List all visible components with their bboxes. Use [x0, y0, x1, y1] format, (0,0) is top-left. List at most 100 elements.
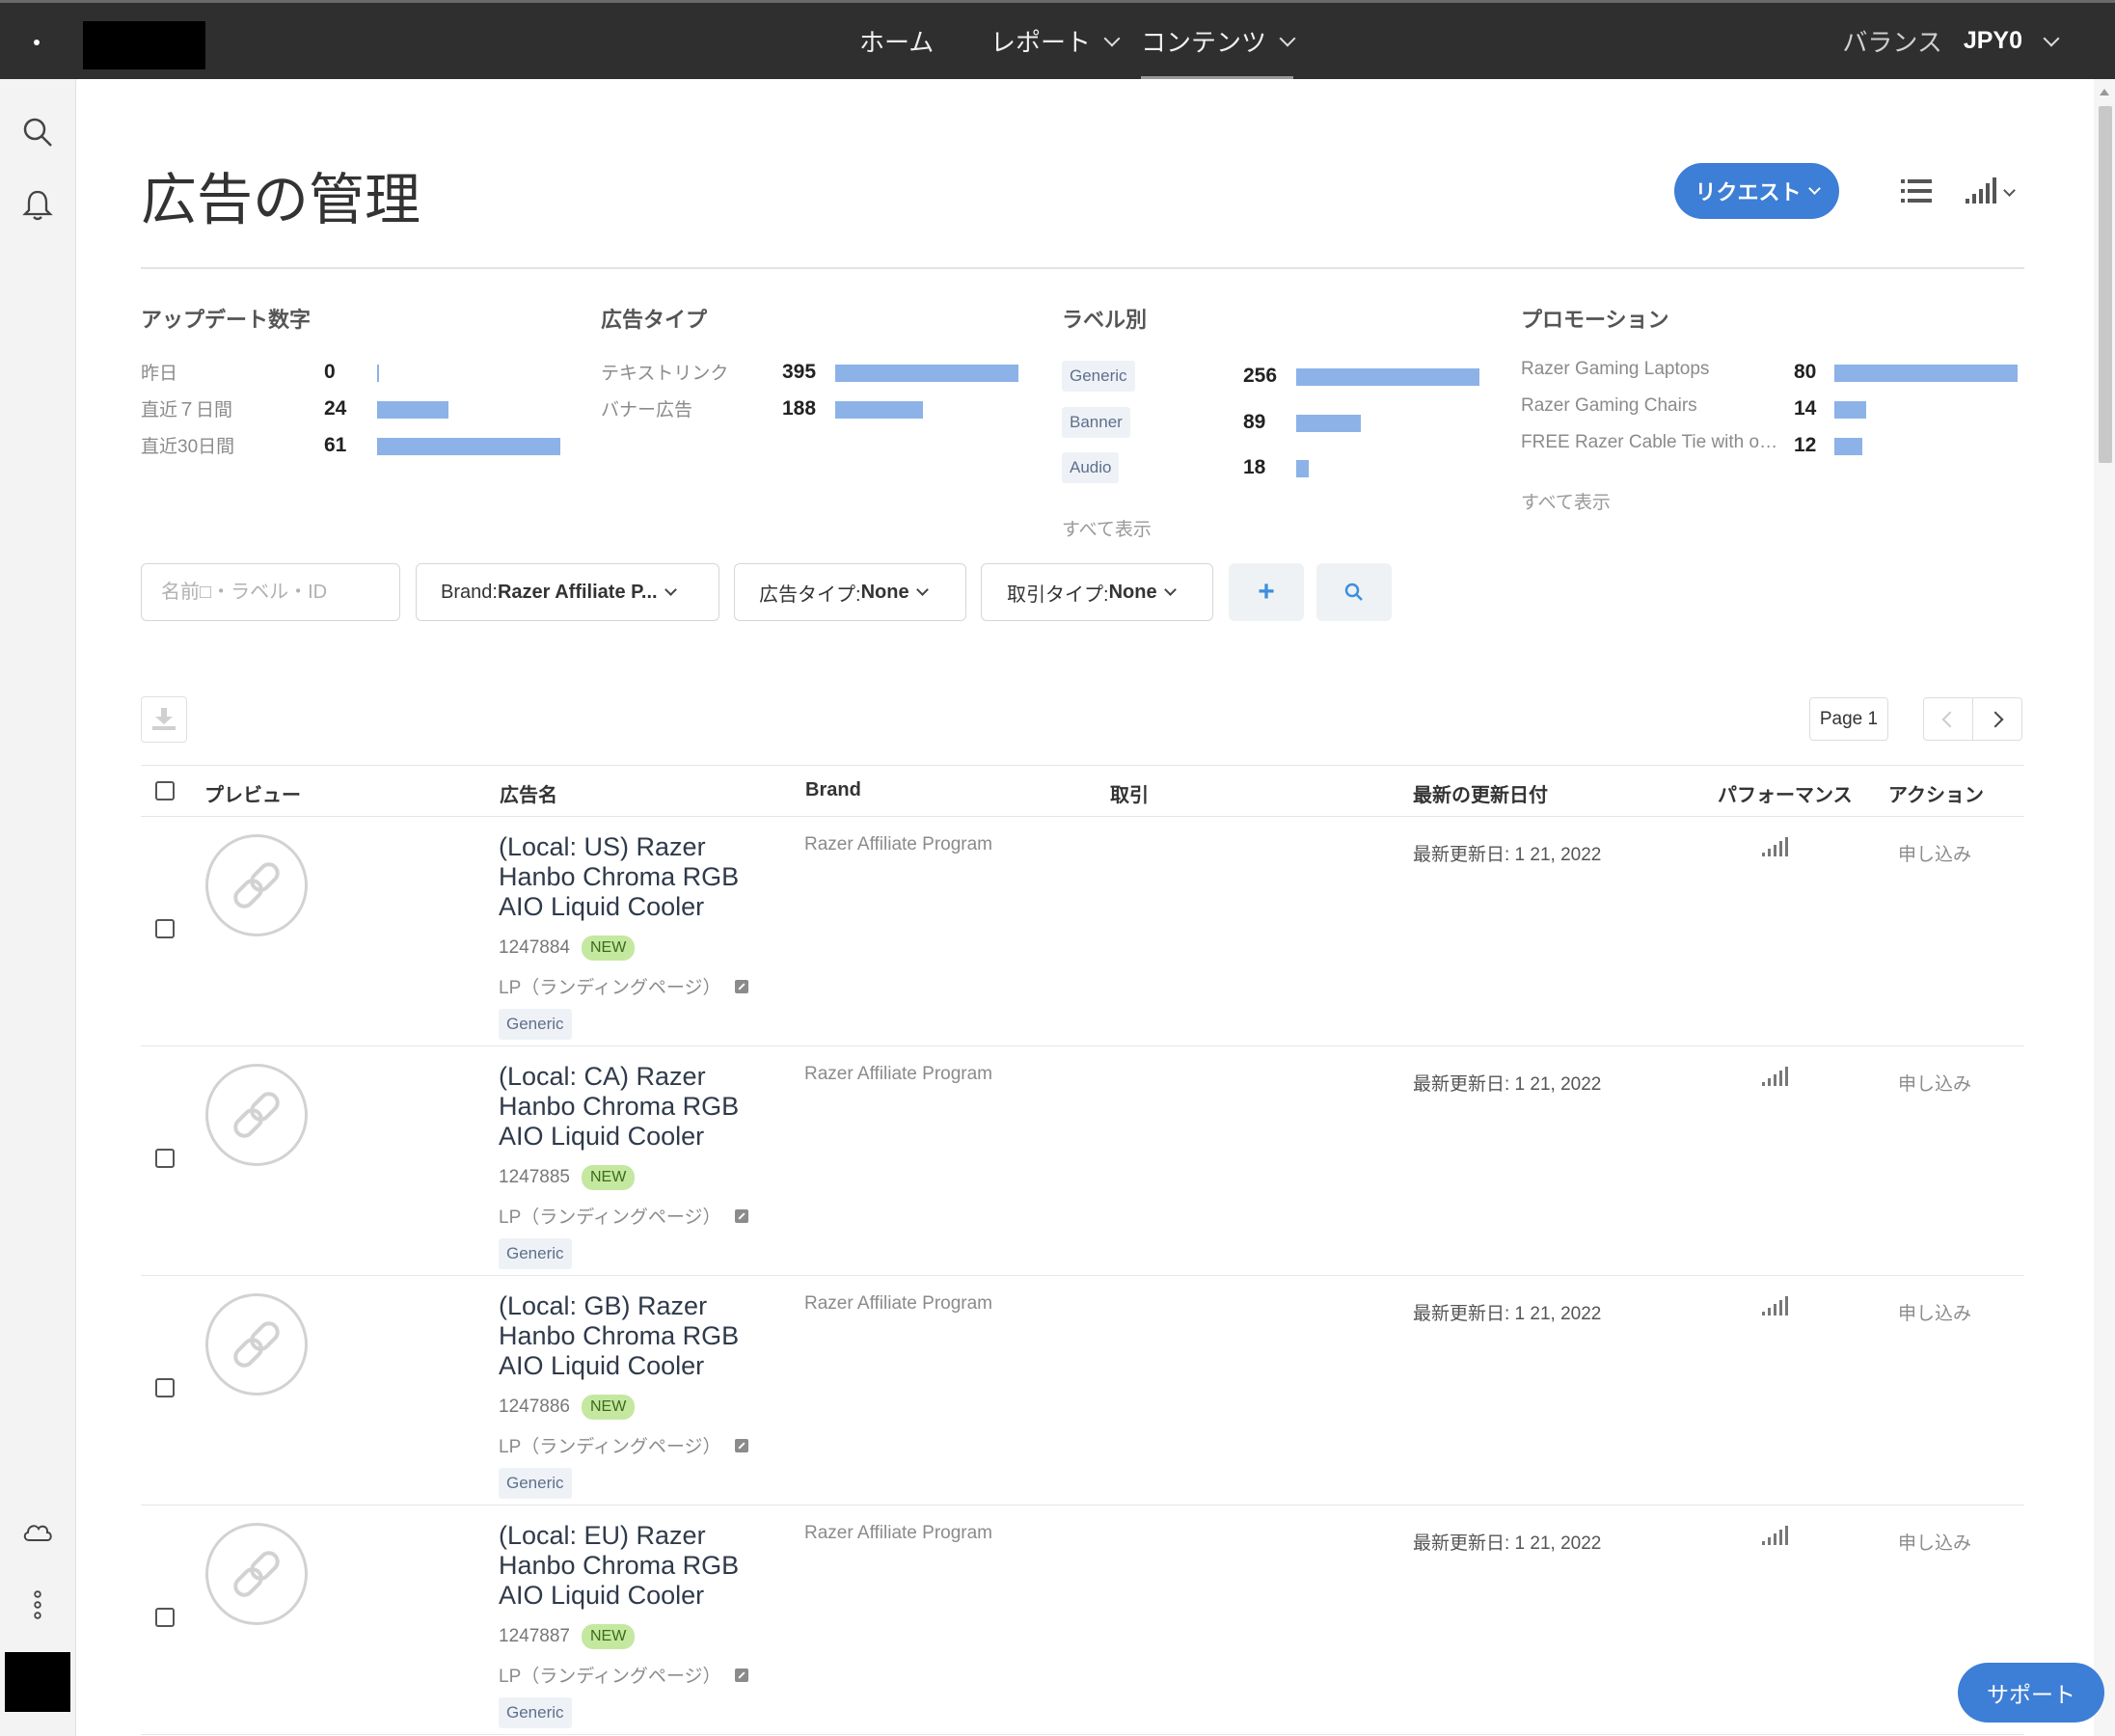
chevron-down-icon: [2043, 30, 2060, 46]
stats-labels-row: Banner 89: [1062, 407, 1486, 438]
deal-filter-value: None: [1108, 581, 1157, 603]
select-all-checkbox[interactable]: [155, 781, 175, 800]
support-button[interactable]: サポート: [1958, 1663, 2104, 1722]
scroll-up-arrow-icon[interactable]: [2100, 89, 2109, 95]
label-chip[interactable]: Generic: [1062, 361, 1135, 392]
col-action: アクション: [1888, 785, 1984, 806]
link-icon: [233, 1092, 280, 1138]
labels-show-all-link[interactable]: すべて表示: [1062, 515, 1152, 541]
add-filter-button[interactable]: +: [1229, 563, 1304, 621]
plus-icon: +: [1258, 576, 1275, 608]
ad-name-link[interactable]: (Local: CA) Razer Hanbo Chroma RGB AIO L…: [499, 1062, 759, 1152]
landing-page-line: LP（ランディングページ）: [499, 1662, 748, 1688]
signal-bars-icon[interactable]: [1762, 1066, 1789, 1087]
stats-promotion-row: FREE Razer Cable Tie with ord... 12: [1521, 432, 2022, 461]
stats-row-label-wrap: Banner: [1062, 407, 1130, 438]
row-checkbox[interactable]: [155, 1149, 175, 1168]
stats-row-bar: [1834, 438, 1862, 455]
col-brand[interactable]: Brand: [805, 779, 861, 801]
stats-row-bar: [835, 401, 923, 419]
stats-updates-title: アップデート数字: [141, 308, 312, 332]
apply-link[interactable]: 申し込み: [1898, 1299, 1971, 1325]
row-checkbox[interactable]: [155, 919, 175, 938]
performance-view-toggle[interactable]: [1966, 177, 2016, 204]
stats-row-value: 256: [1243, 365, 1278, 387]
external-link-icon[interactable]: [734, 1438, 748, 1452]
label-chip[interactable]: Banner: [1062, 407, 1130, 438]
new-badge: NEW: [581, 936, 636, 961]
search-icon[interactable]: [21, 116, 54, 149]
chevron-down-icon: [1807, 182, 1821, 195]
stats-updates-row: 直近30日間 61: [141, 432, 565, 461]
link-icon: [233, 1551, 280, 1597]
stats-row-bar: [377, 438, 560, 455]
ad-id-line: 1247887 NEW: [499, 1624, 636, 1649]
label-chip[interactable]: Generic: [499, 1697, 572, 1728]
label-chip[interactable]: Generic: [499, 1468, 572, 1499]
deal-type-filter-dropdown[interactable]: 取引タイプ: None: [981, 563, 1213, 621]
top-navigation-bar: ホーム レポート コンテンツ バランス JPY0: [0, 0, 2115, 79]
table-header: プレビュー 広告名 Brand 取引 最新の更新日付 パフォーマンス アクション: [141, 765, 2024, 817]
col-updated[interactable]: 最新の更新日付: [1413, 779, 1548, 807]
external-link-icon[interactable]: [734, 979, 748, 993]
signal-bars-icon[interactable]: [1762, 1525, 1789, 1546]
user-avatar[interactable]: [5, 1652, 70, 1712]
nav-reports[interactable]: レポート: [990, 3, 1121, 79]
balance-menu[interactable]: バランス JPY0: [1842, 3, 2115, 79]
search-button[interactable]: [1316, 563, 1392, 621]
label-chip[interactable]: Generic: [499, 1238, 572, 1269]
apply-link[interactable]: 申し込み: [1898, 1529, 1971, 1555]
next-page-button[interactable]: [1972, 697, 2022, 741]
apply-link[interactable]: 申し込み: [1898, 1070, 1971, 1096]
nav-home[interactable]: ホーム: [859, 3, 934, 79]
prev-page-button[interactable]: [1923, 697, 1973, 741]
landing-page-line: LP（ランディングページ）: [499, 1432, 748, 1458]
ad-name-link[interactable]: (Local: US) Razer Hanbo Chroma RGB AIO L…: [499, 832, 759, 922]
more-vertical-icon[interactable]: [21, 1588, 54, 1621]
signal-bars-icon[interactable]: [1762, 1295, 1789, 1316]
scrollbar-thumb[interactable]: [2099, 106, 2112, 463]
ad-name-link[interactable]: (Local: GB) Razer Hanbo Chroma RGB AIO L…: [499, 1291, 759, 1381]
ad-name-link[interactable]: (Local: EU) Razer Hanbo Chroma RGB AIO L…: [499, 1521, 759, 1611]
cloud-icon[interactable]: [21, 1515, 54, 1548]
chevron-right-icon: [1987, 711, 2004, 727]
balance-label: バランス: [1842, 28, 1942, 57]
apply-link[interactable]: 申し込み: [1898, 840, 1971, 866]
label-chip[interactable]: Audio: [1062, 452, 1120, 483]
row-checkbox[interactable]: [155, 1378, 175, 1397]
brand-logo[interactable]: [83, 21, 205, 69]
preview-thumbnail[interactable]: [205, 1064, 308, 1166]
adtype-filter-dropdown[interactable]: 広告タイプ: None: [734, 563, 966, 621]
list-view-icon[interactable]: [1901, 177, 1932, 204]
vertical-scrollbar[interactable]: [2094, 79, 2115, 1736]
menu-dot-icon[interactable]: [34, 40, 40, 45]
preview-thumbnail[interactable]: [205, 1293, 308, 1396]
external-link-icon[interactable]: [734, 1208, 748, 1223]
brand-filter-dropdown[interactable]: Brand: Razer Affiliate P...: [416, 563, 719, 621]
download-button[interactable]: [141, 696, 187, 743]
col-ad-name[interactable]: 広告名: [500, 779, 557, 807]
ad-id: 1247885: [499, 1167, 570, 1187]
promotion-show-all-link[interactable]: すべて表示: [1521, 488, 1611, 514]
preview-thumbnail[interactable]: [205, 834, 308, 936]
external-link-icon[interactable]: [734, 1668, 748, 1682]
row-updated-date: 最新更新日: 1 21, 2022: [1413, 1533, 1602, 1554]
search-input[interactable]: [142, 581, 399, 604]
stats-row-label: 直近30日間: [141, 437, 235, 457]
stats-row-bar: [377, 401, 448, 419]
stats-row-label: Razer Gaming Chairs: [1521, 395, 1697, 416]
row-checkbox[interactable]: [155, 1608, 175, 1627]
stats-row-label: バナー広告: [601, 400, 693, 420]
request-button[interactable]: リクエスト: [1674, 163, 1839, 219]
new-badge: NEW: [581, 1165, 636, 1190]
stats-row-value: 61: [324, 434, 347, 456]
label-chip[interactable]: Generic: [499, 1009, 572, 1040]
request-button-label: リクエスト: [1695, 180, 1802, 204]
bell-icon[interactable]: [21, 189, 54, 222]
nav-contents-label: コンテンツ: [1141, 28, 1267, 57]
signal-bars-icon[interactable]: [1762, 836, 1789, 857]
nav-contents[interactable]: コンテンツ: [1141, 3, 1296, 79]
preview-thumbnail[interactable]: [205, 1523, 308, 1625]
adtype-filter-value: None: [860, 581, 909, 603]
stats-row-bar: [377, 365, 379, 382]
